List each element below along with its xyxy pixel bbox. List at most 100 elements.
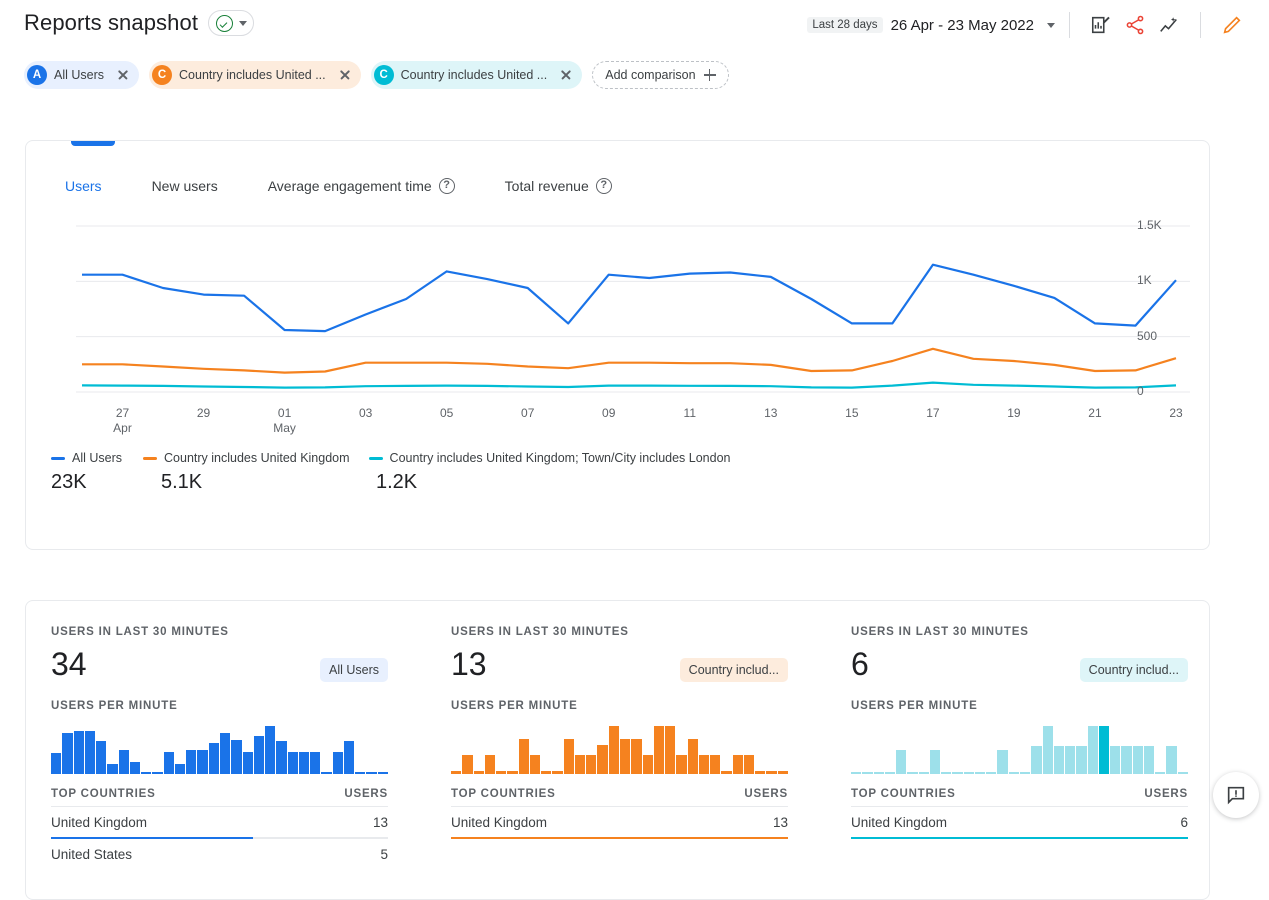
sparkline-bar [541, 771, 551, 774]
x-axis-tick: 23 [1169, 406, 1182, 421]
sparkline-bar [209, 743, 219, 774]
sparkline-bar [220, 733, 230, 774]
column-header-metric: Users [744, 788, 788, 800]
top-countries-header: Top countries Users [851, 788, 1188, 807]
x-axis-tick: 13 [764, 406, 777, 421]
country-users: 6 [1180, 815, 1188, 830]
sparkline-bar [164, 752, 174, 774]
sparkline-bar [885, 772, 895, 774]
sparkline-label: Users per minute [451, 700, 788, 712]
legend-swatch [51, 457, 65, 460]
y-axis-tick: 1.5K [1137, 218, 1162, 232]
feedback-button[interactable] [1213, 772, 1259, 818]
series-total: 5.1K [161, 471, 202, 494]
sparkline-bar [485, 755, 495, 774]
sparkline-bar [107, 764, 117, 774]
close-icon[interactable] [336, 66, 354, 84]
legend-item[interactable]: Country includes United Kingdom; Town/Ci… [369, 451, 731, 465]
legend-item[interactable]: All Users [51, 451, 122, 465]
share-icon[interactable] [1118, 8, 1152, 42]
sparkline-bar [710, 755, 720, 774]
chart-legend: All Users Country includes United Kingdo… [51, 451, 730, 465]
row-bar-fill [451, 837, 788, 840]
sparkline-bar [930, 750, 940, 774]
insights-icon[interactable] [1152, 8, 1186, 42]
users-chart-card: Users New users Average engagement time … [25, 140, 1210, 550]
legend-item[interactable]: Country includes United Kingdom [143, 451, 350, 465]
add-comparison-button[interactable]: Add comparison [592, 61, 728, 89]
sparkline-bar [620, 739, 630, 774]
sparkline-bar [1155, 772, 1165, 774]
x-axis-labels: 27Apr2901May0305070911131517192123 [26, 406, 1210, 446]
table-row[interactable]: United States 5 [51, 839, 388, 871]
users-per-minute-sparkline[interactable] [451, 722, 788, 774]
table-row[interactable]: United Kingdom 6 [851, 807, 1188, 839]
sparkline-bar [631, 739, 641, 774]
realtime-card: Users in last 30 minutes 34 All Users Us… [25, 600, 1210, 900]
table-row[interactable]: United Kingdom 13 [51, 807, 388, 839]
sparkline-bar [288, 752, 298, 774]
country-users: 5 [380, 847, 388, 862]
y-axis-tick: 500 [1137, 329, 1157, 343]
sparkline-bar [1110, 746, 1120, 774]
y-axis-labels: 0 500 1K 1.5K [1137, 216, 1197, 396]
sparkline-bar [597, 745, 607, 774]
sparkline-bar [586, 755, 596, 774]
tab-new-users[interactable]: New users [138, 171, 232, 201]
users-line-chart[interactable] [26, 216, 1210, 396]
date-range-picker[interactable]: 26 Apr - 23 May 2022 [891, 17, 1055, 34]
sparkline-bar [355, 772, 365, 774]
sparkline-bar [907, 772, 917, 774]
check-circle-icon [216, 15, 233, 32]
country-users: 13 [773, 815, 788, 830]
sparkline-bar [231, 740, 241, 774]
status-pill[interactable] [208, 10, 254, 36]
comparison-chip[interactable]: C Country includes United ... [371, 61, 583, 89]
help-icon[interactable]: ? [596, 178, 612, 194]
sparkline-bar [1133, 746, 1143, 774]
edit-pencil-icon[interactable] [1215, 8, 1249, 42]
help-icon[interactable]: ? [439, 178, 455, 194]
row-bar-fill [851, 837, 1188, 840]
y-axis-tick: 1K [1137, 273, 1152, 287]
sparkline-bar [986, 772, 996, 774]
date-range-label: 26 Apr - 23 May 2022 [891, 17, 1034, 34]
close-icon[interactable] [557, 66, 575, 84]
x-axis-tick: 01May [273, 406, 296, 436]
add-comparison-label: Add comparison [605, 68, 695, 82]
sparkline-bar [378, 772, 388, 774]
sparkline-bar [896, 750, 906, 774]
realtime-segment-badge[interactable]: Country includ... [680, 658, 788, 682]
chevron-down-icon [239, 21, 247, 26]
sparkline-bar [778, 771, 788, 774]
top-countries-header: Top countries Users [51, 788, 388, 807]
x-axis-tick: 27Apr [113, 406, 132, 436]
users-per-minute-sparkline[interactable] [851, 722, 1188, 774]
sparkline-bar [141, 772, 151, 774]
sparkline-bar [665, 726, 675, 774]
sparkline-bar [175, 764, 185, 774]
table-row[interactable]: United Kingdom 13 [451, 807, 788, 839]
chart-edit-icon[interactable] [1084, 8, 1118, 42]
column-header-metric: Users [1144, 788, 1188, 800]
realtime-segment-badge[interactable]: Country includ... [1080, 658, 1188, 682]
y-axis-tick: 0 [1137, 384, 1144, 398]
sparkline-bar [1144, 746, 1154, 774]
tab-label: New users [152, 178, 218, 194]
tab-average-engagement-time[interactable]: Average engagement time ? [254, 171, 469, 201]
users-per-minute-sparkline[interactable] [51, 722, 388, 774]
sparkline-bar [254, 736, 264, 774]
divider [1200, 12, 1201, 38]
comparison-chip[interactable]: C Country includes United ... [149, 61, 361, 89]
comparison-chip[interactable]: A All Users [24, 61, 139, 89]
tab-users[interactable]: Users [51, 171, 116, 201]
realtime-column-all-users: Users in last 30 minutes 34 All Users Us… [51, 626, 388, 871]
realtime-segment-badge[interactable]: All Users [320, 658, 388, 682]
close-icon[interactable] [114, 66, 132, 84]
sparkline-bar [941, 772, 951, 774]
tab-total-revenue[interactable]: Total revenue ? [491, 171, 626, 201]
sparkline-bar [530, 755, 540, 774]
sparkline-label: Users per minute [851, 700, 1188, 712]
sparkline-bar [688, 739, 698, 774]
sparkline-bar [919, 772, 929, 774]
